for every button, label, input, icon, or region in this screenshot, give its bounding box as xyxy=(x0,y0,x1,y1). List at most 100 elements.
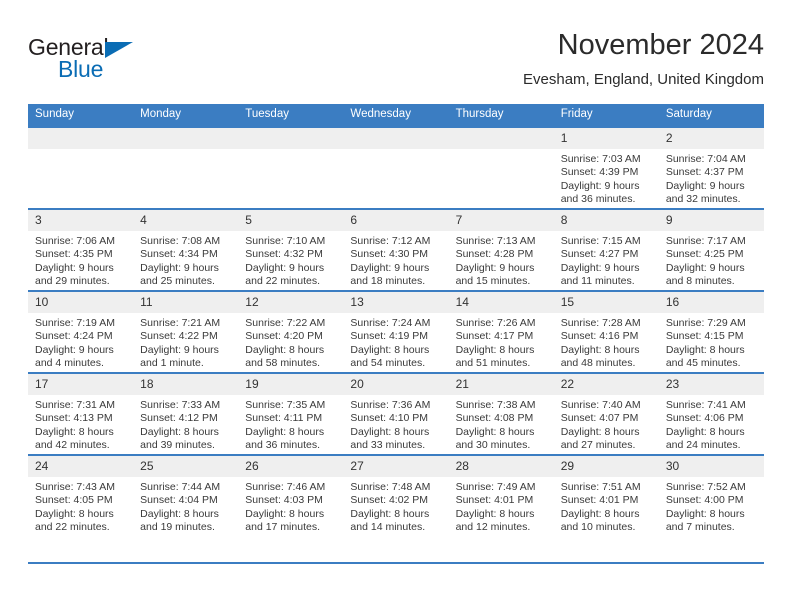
general-blue-logo[interactable]: General Blue xyxy=(28,34,208,90)
daylight-text-line2: and 12 minutes. xyxy=(455,520,531,533)
day-number: 29 xyxy=(553,456,659,477)
sunset-text: Sunset: 4:35 PM xyxy=(35,248,113,261)
sunset-text: Sunset: 4:06 PM xyxy=(665,412,744,425)
sunset-text: Sunset: 4:22 PM xyxy=(140,330,218,343)
day-number xyxy=(238,128,344,149)
daylight-text-line1: Daylight: 9 hours xyxy=(35,343,114,356)
calendar-day-cell[interactable]: 7 Sunrise: 7:13 AM Sunset: 4:28 PM Daylight… xyxy=(448,208,554,291)
daylight-text-line1: Daylight: 8 hours xyxy=(560,507,640,520)
calendar-day-cell[interactable]: 24 Sunrise: 7:43 AM Sunset: 4:05 PM Dayligh… xyxy=(28,454,134,536)
calendar-day-cell[interactable]: 28 Sunrise: 7:49 AM Sunset: 4:01 PM Dayligh… xyxy=(448,454,554,536)
calendar-day-cell[interactable]: 4 Sunrise: 7:08 AM Sunset: 4:34 PM Daylight… xyxy=(133,208,239,291)
calendar-day-cell[interactable]: 19 Sunrise: 7:35 AM Sunset: 4:11 PM Dayligh… xyxy=(238,372,344,455)
day-number: 26 xyxy=(238,456,344,477)
sunset-text: Sunset: 4:00 PM xyxy=(665,494,744,507)
triangle-logo-icon xyxy=(105,42,133,58)
daylight-text-line2: and 14 minutes. xyxy=(350,520,426,533)
calendar-day-cell[interactable]: 27 Sunrise: 7:48 AM Sunset: 4:02 PM Dayligh… xyxy=(343,454,449,536)
sunset-text: Sunset: 4:28 PM xyxy=(455,248,534,261)
calendar-day-cell[interactable]: 10 Sunrise: 7:19 AM Sunset: 4:24 PM Dayligh… xyxy=(28,290,134,373)
day-number: 17 xyxy=(28,374,134,395)
calendar-day-cell[interactable]: 12 Sunrise: 7:22 AM Sunset: 4:20 PM Dayligh… xyxy=(238,290,344,373)
day-details: Sunrise: 7:08 AM Sunset: 4:34 PM Daylight:… xyxy=(133,231,238,288)
sunrise-text: Sunrise: 7:24 AM xyxy=(350,317,431,329)
sunrise-text: Sunrise: 7:48 AM xyxy=(350,481,431,493)
calendar-day-cell[interactable]: 22 Sunrise: 7:40 AM Sunset: 4:07 PM Dayligh… xyxy=(553,372,659,455)
daylight-text-line2: and 30 minutes. xyxy=(455,438,531,451)
weekday-header-tuesday: Tuesday xyxy=(238,104,344,127)
calendar-day-cell[interactable]: 11 Sunrise: 7:21 AM Sunset: 4:22 PM Dayligh… xyxy=(133,290,239,373)
day-details: Sunrise: 7:35 AM Sunset: 4:11 PM Daylight:… xyxy=(238,395,343,452)
weekday-header-saturday: Saturday xyxy=(658,104,764,127)
calendar-day-cell[interactable]: 2 Sunrise: 7:04 AM Sunset: 4:37 PM Daylight… xyxy=(658,126,764,209)
sunrise-text: Sunrise: 7:17 AM xyxy=(665,235,746,247)
calendar-header-row: Sunday Monday Tuesday Wednesday Thursday… xyxy=(28,104,764,127)
sunrise-text: Sunrise: 7:26 AM xyxy=(455,317,536,329)
calendar-week-row: 24 Sunrise: 7:43 AM Sunset: 4:05 PM Dayligh… xyxy=(28,454,764,536)
daylight-text-line2: and 22 minutes. xyxy=(35,520,110,533)
daylight-text-line1: Daylight: 8 hours xyxy=(245,343,325,356)
day-number xyxy=(133,128,239,149)
calendar-day-cell[interactable]: 29 Sunrise: 7:51 AM Sunset: 4:01 PM Dayligh… xyxy=(553,454,659,536)
daylight-text-line1: Daylight: 9 hours xyxy=(245,261,325,274)
day-number: 8 xyxy=(553,210,659,231)
day-details: Sunrise: 7:22 AM Sunset: 4:20 PM Daylight:… xyxy=(238,313,343,370)
day-number xyxy=(343,128,449,149)
calendar-day-cell[interactable]: 1 Sunrise: 7:03 AM Sunset: 4:39 PM Daylight… xyxy=(553,126,659,209)
daylight-text-line1: Daylight: 9 hours xyxy=(665,261,745,274)
daylight-text-line2: and 36 minutes. xyxy=(560,192,636,205)
day-number: 25 xyxy=(133,456,239,477)
calendar-day-cell[interactable]: 15 Sunrise: 7:28 AM Sunset: 4:16 PM Dayligh… xyxy=(553,290,659,373)
daylight-text-line1: Daylight: 8 hours xyxy=(140,425,219,438)
calendar-day-cell[interactable]: 21 Sunrise: 7:38 AM Sunset: 4:08 PM Dayligh… xyxy=(448,372,554,455)
weekday-header-row: Sunday Monday Tuesday Wednesday Thursday… xyxy=(28,104,764,127)
day-details: Sunrise: 7:26 AM Sunset: 4:17 PM Daylight:… xyxy=(449,313,554,370)
day-number xyxy=(28,128,134,149)
calendar-day-cell-empty xyxy=(133,126,239,209)
day-details: Sunrise: 7:49 AM Sunset: 4:01 PM Daylight:… xyxy=(449,477,554,534)
calendar-day-cell[interactable]: 8 Sunrise: 7:15 AM Sunset: 4:27 PM Daylight… xyxy=(553,208,659,291)
sunset-text: Sunset: 4:02 PM xyxy=(350,494,429,507)
sunset-text: Sunset: 4:04 PM xyxy=(140,494,218,507)
calendar-day-cell[interactable]: 5 Sunrise: 7:10 AM Sunset: 4:32 PM Daylight… xyxy=(238,208,344,291)
day-details: Sunrise: 7:40 AM Sunset: 4:07 PM Daylight:… xyxy=(554,395,659,452)
calendar-day-cell[interactable]: 17 Sunrise: 7:31 AM Sunset: 4:13 PM Dayligh… xyxy=(28,372,134,455)
calendar-day-cell[interactable]: 9 Sunrise: 7:17 AM Sunset: 4:25 PM Daylight… xyxy=(658,208,764,291)
calendar-day-cell[interactable]: 23 Sunrise: 7:41 AM Sunset: 4:06 PM Dayligh… xyxy=(658,372,764,455)
calendar-day-cell[interactable]: 14 Sunrise: 7:26 AM Sunset: 4:17 PM Dayligh… xyxy=(448,290,554,373)
daylight-text-line2: and 17 minutes. xyxy=(245,520,320,533)
sunset-text: Sunset: 4:20 PM xyxy=(245,330,323,343)
weekday-header-wednesday: Wednesday xyxy=(343,104,449,127)
daylight-text-line2: and 24 minutes. xyxy=(665,438,741,451)
sunset-text: Sunset: 4:13 PM xyxy=(35,412,113,425)
calendar-day-cell[interactable]: 6 Sunrise: 7:12 AM Sunset: 4:30 PM Daylight… xyxy=(343,208,449,291)
day-number: 13 xyxy=(343,292,449,313)
sunset-text: Sunset: 4:37 PM xyxy=(665,166,744,179)
day-details: Sunrise: 7:51 AM Sunset: 4:01 PM Daylight:… xyxy=(554,477,659,534)
daylight-text-line2: and 25 minutes. xyxy=(140,274,215,287)
day-number: 4 xyxy=(133,210,239,231)
calendar-body: 1 Sunrise: 7:03 AM Sunset: 4:39 PM Daylight… xyxy=(28,126,764,536)
day-details: Sunrise: 7:12 AM Sunset: 4:30 PM Daylight:… xyxy=(343,231,448,288)
calendar-day-cell[interactable]: 18 Sunrise: 7:33 AM Sunset: 4:12 PM Dayligh… xyxy=(133,372,239,455)
daylight-text-line1: Daylight: 9 hours xyxy=(350,261,430,274)
daylight-text-line2: and 27 minutes. xyxy=(560,438,636,451)
sunrise-text: Sunrise: 7:49 AM xyxy=(455,481,536,493)
calendar-week-row: 1 Sunrise: 7:03 AM Sunset: 4:39 PM Daylight… xyxy=(28,126,764,209)
calendar-day-cell[interactable]: 3 Sunrise: 7:06 AM Sunset: 4:35 PM Daylight… xyxy=(28,208,134,291)
sunset-text: Sunset: 4:11 PM xyxy=(245,412,323,425)
calendar-day-cell[interactable]: 25 Sunrise: 7:44 AM Sunset: 4:04 PM Dayligh… xyxy=(133,454,239,536)
calendar-day-cell[interactable]: 16 Sunrise: 7:29 AM Sunset: 4:15 PM Dayligh… xyxy=(658,290,764,373)
daylight-text-line1: Daylight: 8 hours xyxy=(245,425,325,438)
day-number: 11 xyxy=(133,292,239,313)
calendar-day-cell[interactable]: 20 Sunrise: 7:36 AM Sunset: 4:10 PM Dayligh… xyxy=(343,372,449,455)
calendar-day-cell[interactable]: 30 Sunrise: 7:52 AM Sunset: 4:00 PM Dayligh… xyxy=(658,454,764,536)
daylight-text-line1: Daylight: 8 hours xyxy=(35,425,114,438)
sunrise-text: Sunrise: 7:41 AM xyxy=(665,399,746,411)
day-details: Sunrise: 7:48 AM Sunset: 4:02 PM Daylight:… xyxy=(343,477,448,534)
daylight-text-line1: Daylight: 8 hours xyxy=(350,425,430,438)
sunrise-text: Sunrise: 7:33 AM xyxy=(140,399,221,411)
calendar-day-cell[interactable]: 26 Sunrise: 7:46 AM Sunset: 4:03 PM Dayligh… xyxy=(238,454,344,536)
day-number: 15 xyxy=(553,292,659,313)
calendar-day-cell[interactable]: 13 Sunrise: 7:24 AM Sunset: 4:19 PM Dayligh… xyxy=(343,290,449,373)
